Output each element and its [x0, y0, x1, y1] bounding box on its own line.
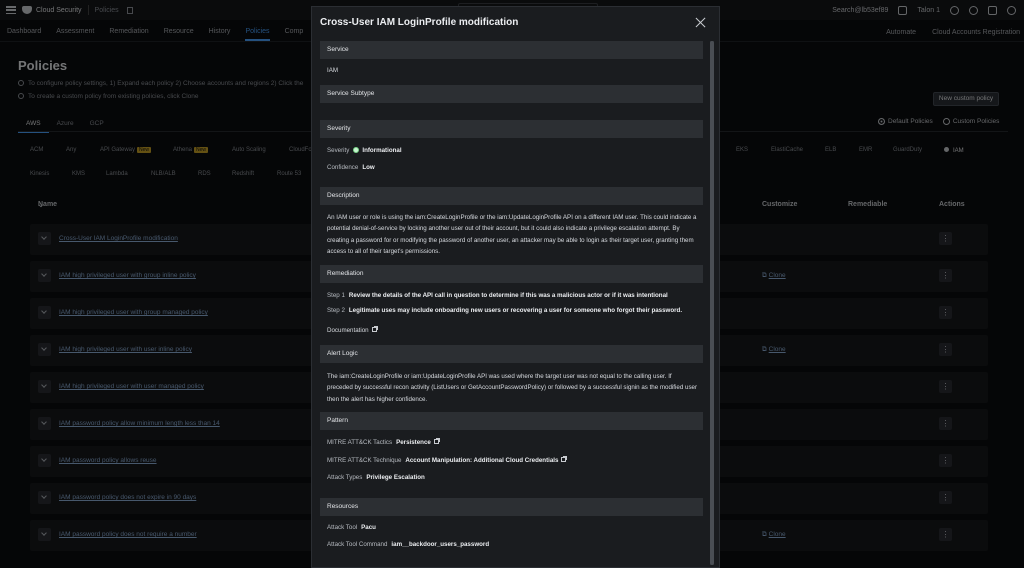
mitre-tactics-row: MITRE ATT&CK Tactics Persistence [327, 438, 440, 446]
section-description: Description [320, 187, 703, 205]
remediation-step-2: Step 2 Legitimate uses may include onboar… [327, 307, 682, 314]
technique-label: MITRE ATT&CK Technique [327, 457, 402, 464]
confidence-row: Confidence Low [327, 164, 375, 171]
severity-indicator-icon [353, 147, 360, 153]
confidence-value: Low [362, 164, 375, 171]
technique-link[interactable]: Account Manipulation: Additional Cloud C… [405, 456, 568, 464]
section-service-subtype: Service Subtype [320, 85, 703, 103]
confidence-label: Confidence [327, 164, 359, 171]
attack-tool-value: Pacu [361, 524, 376, 531]
step-text: Review the details of the API call in qu… [348, 292, 668, 299]
tactics-link[interactable]: Persistence [396, 438, 440, 446]
external-link-icon [371, 326, 378, 332]
documentation-link[interactable]: Documentation [327, 326, 378, 334]
external-link-icon [433, 438, 440, 444]
step-label: Step 1 [327, 292, 345, 299]
attack-tool-command-label: Attack Tool Command [327, 541, 388, 548]
step-text: Legitimate uses may include onboarding n… [348, 307, 683, 314]
section-resources: Resources [320, 498, 703, 516]
attack-tool-command-value: iam__backdoor_users_password [391, 541, 490, 548]
section-severity: Severity [320, 120, 703, 138]
tactics-value: Persistence [396, 439, 431, 446]
external-link-icon [561, 456, 568, 462]
close-icon[interactable] [695, 17, 706, 28]
alert-logic-text: The iam:CreateLoginProfile or iam:Update… [327, 373, 698, 403]
technique-value: Account Manipulation: Additional Cloud C… [405, 457, 559, 464]
attack-types-row: Attack Types Privilege Escalation [327, 474, 425, 481]
modal-title: Cross-User IAM LoginProfile modification [320, 17, 519, 28]
section-remediation: Remediation [320, 265, 703, 283]
attack-tool-label: Attack Tool [327, 524, 358, 531]
service-value: IAM [327, 67, 339, 74]
tactics-label: MITRE ATT&CK Tactics [327, 439, 393, 446]
modal-scrollbar-thumb[interactable] [710, 41, 714, 565]
severity-value: Informational [362, 147, 402, 154]
section-alert-logic: Alert Logic [320, 345, 703, 363]
section-service: Service [320, 41, 703, 59]
step-label: Step 2 [327, 307, 345, 314]
documentation-label: Documentation [327, 327, 369, 334]
attack-tool-command-row: Attack Tool Command iam__backdoor_users_p… [327, 541, 489, 548]
remediation-step-1: Step 1 Review the details of the API call… [327, 292, 668, 299]
severity-row: Severity Informational [327, 147, 402, 154]
mitre-technique-row: MITRE ATT&CK Technique Account Manipulati… [327, 456, 568, 464]
attack-tool-row: Attack Tool Pacu [327, 524, 376, 531]
severity-label: Severity [327, 147, 350, 154]
policy-details-modal: Cross-User IAM LoginProfile modification… [311, 6, 720, 568]
attack-types-label: Attack Types [327, 474, 363, 481]
description-text: An IAM user or role is using the iam:Cre… [327, 214, 697, 255]
section-pattern: Pattern [320, 412, 703, 430]
attack-types-value: Privilege Escalation [366, 474, 425, 481]
